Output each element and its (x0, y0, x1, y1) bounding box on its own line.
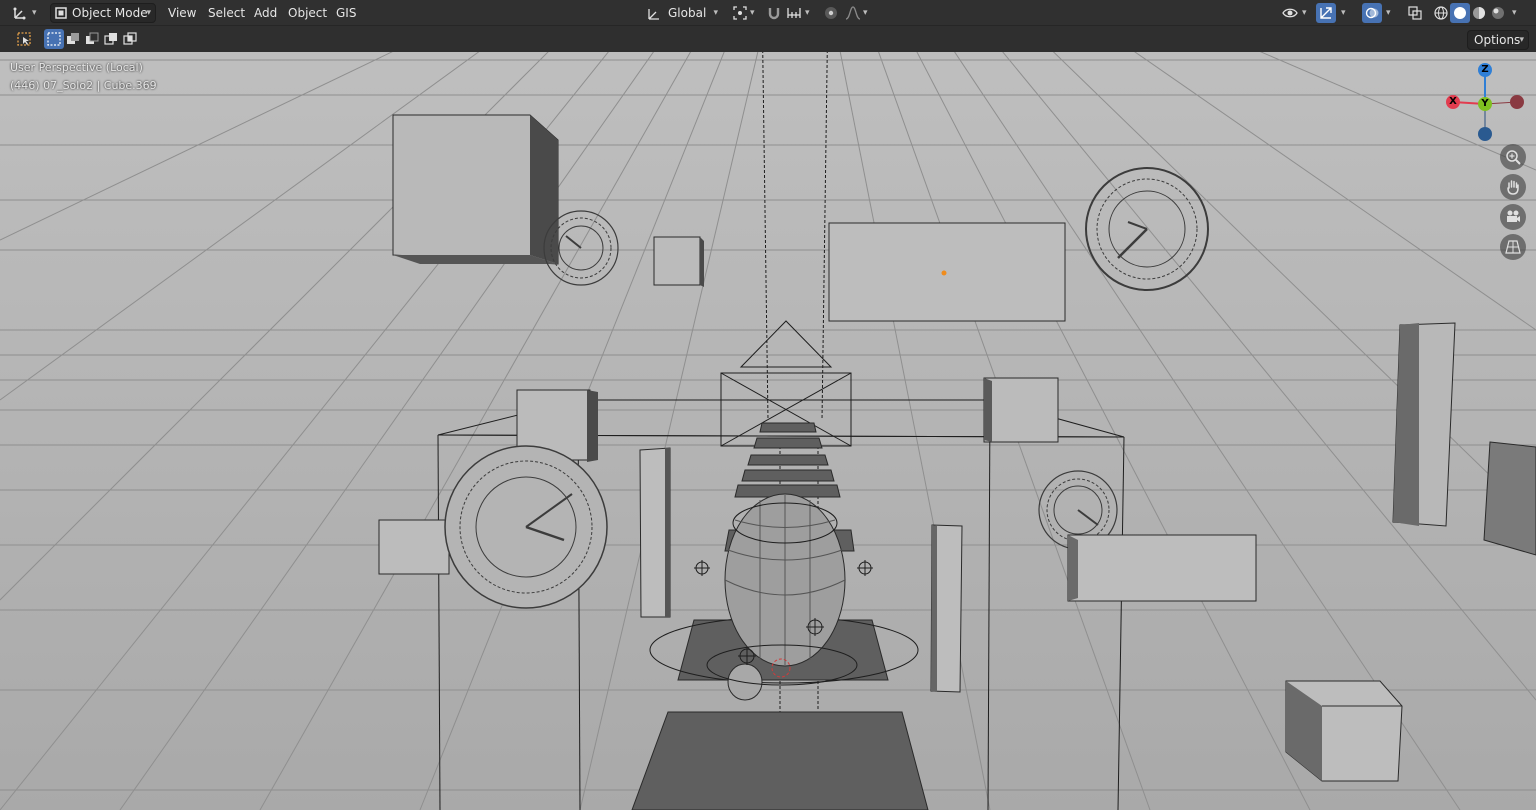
falloff-curve-icon (845, 6, 861, 20)
gizmo-x-axis[interactable]: X (1446, 95, 1460, 109)
magnet-icon (768, 8, 780, 20)
overlays-toggle[interactable] (1362, 3, 1382, 23)
proportional-edit-icon (825, 7, 837, 19)
gizmo-arrows-icon (1320, 7, 1332, 19)
origin-point (941, 270, 947, 276)
object-info-label: (446) 07_Solo2 | Cube.369 (10, 79, 157, 92)
cube-bottom-right[interactable] (1285, 680, 1403, 782)
tool-header (0, 26, 1536, 52)
editor-type-button[interactable] (10, 3, 30, 23)
chevron-down-icon: ▾ (1302, 8, 1307, 18)
select-mode-subtract[interactable] (82, 29, 102, 49)
falloff-button[interactable] (843, 3, 863, 23)
cube-large-top-left[interactable] (392, 114, 559, 265)
cube-right-mid[interactable] (983, 377, 1059, 443)
shading-rendered-button[interactable] (1488, 3, 1508, 23)
xray-icon (1408, 6, 1422, 20)
gizmo-toggle[interactable] (1316, 3, 1336, 23)
chevron-down-icon: ▾ (1341, 8, 1346, 18)
options-label: Options (1474, 33, 1521, 47)
select-new-icon (47, 32, 61, 46)
select-mode-difference[interactable] (101, 29, 121, 49)
chevron-down-icon: ▾ (863, 8, 868, 18)
chevron-down-icon: ▾ (32, 8, 37, 18)
mode-dropdown[interactable]: Object Mode ▾ (50, 3, 156, 23)
select-intersect-icon (123, 32, 137, 45)
3d-viewport[interactable]: User Perspective (Local) (446) 07_Solo2 … (0, 52, 1536, 810)
menu-gis[interactable]: GIS (332, 3, 360, 23)
select-extend-icon (67, 33, 79, 44)
viewport-header: ▾ Object Mode ▾ View Select Add Object G… (0, 0, 1536, 26)
shading-wireframe-button[interactable] (1431, 3, 1451, 23)
select-mode-extend[interactable] (63, 29, 83, 49)
ortho-grid-icon (1505, 240, 1521, 254)
visibility-button[interactable] (1280, 3, 1300, 23)
options-dropdown[interactable]: Options ▾ (1467, 30, 1529, 50)
pan-button[interactable] (1500, 174, 1526, 200)
orientation-dropdown[interactable]: Global ▾ (643, 3, 723, 23)
plane-panel[interactable] (828, 222, 1066, 322)
chevron-down-icon: ▾ (750, 8, 755, 18)
snap-increment-icon (787, 8, 801, 18)
gizmo-y-axis[interactable]: Y (1478, 97, 1492, 111)
cube-left-low[interactable] (378, 519, 450, 575)
select-box-icon (17, 32, 31, 46)
camera-view-icon (1507, 210, 1520, 222)
material-shading-icon (1473, 7, 1485, 19)
menu-add[interactable]: Add (250, 3, 281, 23)
gizmo-neg-x-axis[interactable] (1510, 95, 1524, 109)
snap-target-button[interactable] (784, 3, 804, 23)
object-mode-icon (55, 7, 67, 19)
edge-block-right[interactable] (1483, 441, 1536, 556)
select-mode-new[interactable] (44, 29, 64, 49)
shading-solid-button[interactable] (1450, 3, 1470, 23)
clock-large-left[interactable] (444, 445, 608, 609)
xray-toggle[interactable] (1405, 3, 1425, 23)
orientation-axes-icon (648, 9, 659, 20)
cube-small[interactable] (653, 236, 704, 287)
chevron-down-icon: ▾ (1512, 8, 1517, 18)
menu-object[interactable]: Object (284, 3, 331, 23)
zoom-button[interactable] (1500, 144, 1526, 170)
shading-material-button[interactable] (1469, 3, 1489, 23)
chevron-down-icon: ▾ (805, 8, 810, 18)
menu-view[interactable]: View (164, 3, 200, 23)
chevron-down-icon: ▾ (1386, 8, 1391, 18)
gizmo-neg-z-axis[interactable] (1478, 127, 1492, 141)
ortho-toggle-button[interactable] (1500, 234, 1526, 260)
pillar-center-right[interactable] (930, 524, 963, 693)
transform-axes-icon (13, 7, 26, 20)
zoom-icon (1506, 150, 1521, 165)
rendered-shading-icon (1492, 7, 1504, 19)
pivot-point-icon (733, 6, 747, 20)
eye-icon (1282, 8, 1298, 18)
pan-hand-icon (1507, 180, 1519, 195)
chevron-down-icon: ▾ (713, 8, 718, 18)
pillar-left[interactable] (639, 447, 671, 618)
view-name-label: User Perspective (Local) (10, 61, 143, 74)
solid-shading-icon (1454, 7, 1466, 19)
gizmo-z-axis[interactable]: Z (1478, 63, 1492, 77)
wireframe-shading-icon (1434, 6, 1448, 20)
chevron-down-icon: ▾ (146, 8, 151, 18)
proportional-edit-toggle[interactable] (821, 3, 841, 23)
scene-canvas[interactable] (0, 52, 1536, 810)
active-tool-button[interactable] (14, 29, 34, 49)
pivot-point-button[interactable] (730, 3, 750, 23)
select-difference-icon (104, 33, 117, 45)
overlays-icon (1365, 7, 1379, 19)
pillar-right[interactable] (1392, 322, 1456, 527)
select-subtract-icon (86, 32, 99, 44)
snap-toggle[interactable] (764, 3, 784, 23)
orientation-label: Global (668, 6, 707, 20)
camera-view-button[interactable] (1500, 204, 1526, 230)
chevron-down-icon: ▾ (1519, 35, 1524, 45)
select-mode-intersect[interactable] (120, 29, 140, 49)
menu-select[interactable]: Select (204, 3, 249, 23)
mode-label: Object Mode (72, 6, 148, 20)
box-right-long[interactable] (1067, 534, 1257, 602)
